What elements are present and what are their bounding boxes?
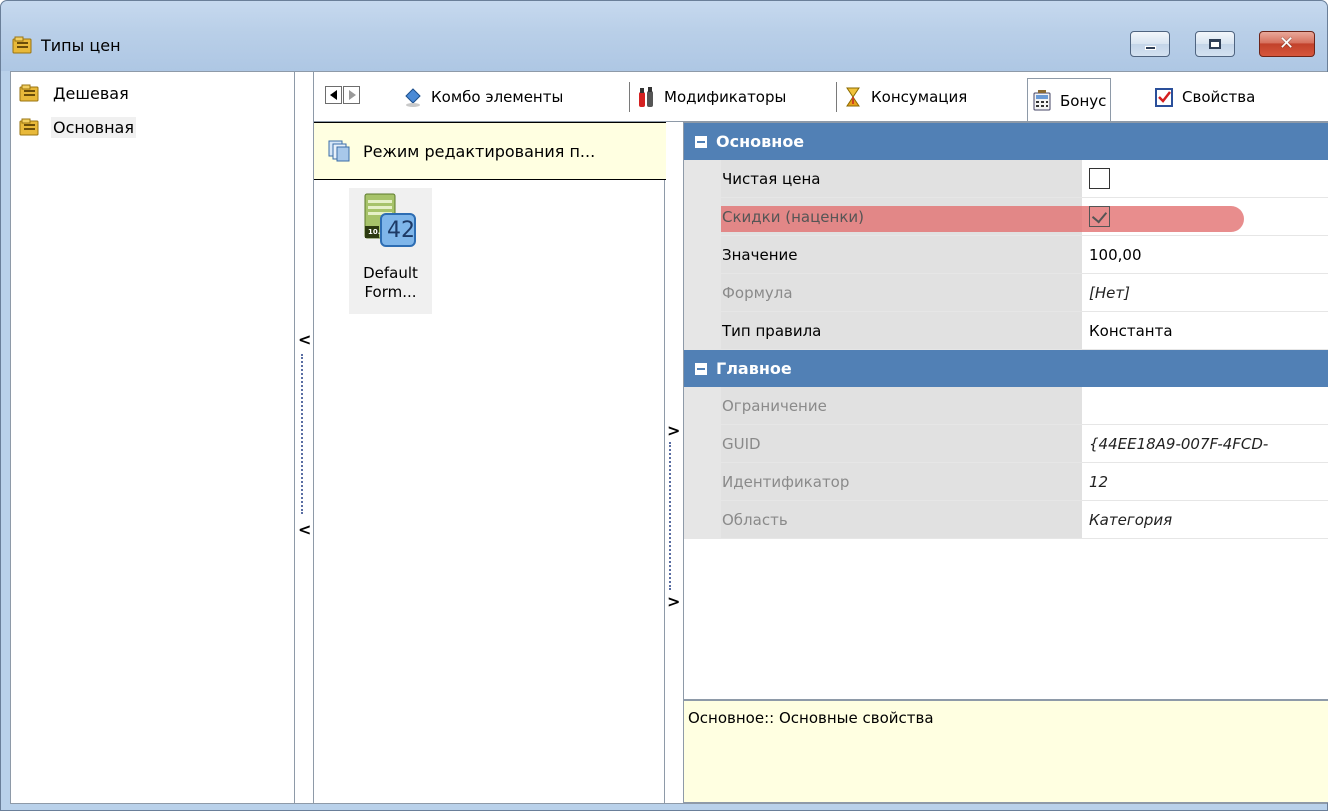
expand-right-arrow-icon[interactable]: > — [667, 592, 680, 611]
property-name: Скидки (наценки) — [722, 207, 864, 226]
property-row-rule-type[interactable]: Тип правила Константа — [684, 312, 1328, 350]
collapse-toggle-icon[interactable] — [695, 362, 707, 375]
property-name: Формула — [722, 283, 793, 302]
property-name: GUID — [722, 434, 761, 453]
property-row-value[interactable]: Значение 100,00 — [684, 236, 1328, 274]
property-row-formula[interactable]: Формула [Нет] — [684, 274, 1328, 312]
tree-item-cheap[interactable]: Дешевая — [19, 81, 131, 105]
tree-item-label: Основная — [51, 116, 136, 138]
formula-field[interactable]: [Нет] — [1082, 274, 1328, 311]
tab-label: Комбо элементы — [431, 88, 564, 106]
tab-label: Бонус — [1060, 91, 1107, 110]
rule-type-field[interactable]: Константа — [1082, 312, 1328, 349]
identifier-field[interactable]: 12 — [1082, 463, 1328, 500]
arrow-right-icon — [349, 90, 356, 100]
tree-item-main[interactable]: Основная — [19, 115, 136, 139]
property-grid[interactable]: Основное Чистая цена Скидки (наценки) Зн… — [683, 122, 1328, 700]
property-description: Основное:: Основные свойства — [683, 700, 1328, 803]
form-list-panel: Режим редактирования п... 10. 42 Default… — [314, 122, 667, 803]
price-types-tree[interactable]: Дешевая Основная — [11, 72, 295, 803]
expand-right-arrow-icon[interactable]: > — [667, 421, 680, 440]
combo-elements-icon — [405, 88, 421, 107]
property-row-identifier[interactable]: Идентификатор 12 — [684, 463, 1328, 501]
splitter-grip[interactable] — [301, 354, 303, 514]
property-name: Ограничение — [722, 396, 827, 415]
tab-label: Свойства — [1182, 88, 1256, 106]
value-field[interactable]: 100,00 — [1082, 236, 1328, 273]
category-general[interactable]: Главное — [684, 350, 1328, 387]
folder-list-icon — [19, 118, 39, 136]
collapse-toggle-icon[interactable] — [695, 135, 707, 148]
scope-field[interactable]: Категория — [1082, 501, 1328, 538]
tab-combo-elements[interactable]: Комбо элементы — [403, 79, 563, 115]
tab-scroll-right-button[interactable] — [343, 86, 360, 104]
properties-checklist-icon — [1155, 88, 1173, 107]
tab-scroll-left-button[interactable] — [325, 86, 342, 104]
minimize-button[interactable] — [1130, 31, 1170, 57]
property-name: Значение — [722, 245, 798, 264]
property-row-discounts[interactable]: Скидки (наценки) — [684, 198, 1328, 236]
edit-mode-header[interactable]: Режим редактирования п... — [314, 122, 667, 180]
net-price-checkbox[interactable] — [1089, 168, 1110, 189]
window-title: Типы цен — [41, 36, 121, 55]
arrow-left-icon — [330, 90, 337, 100]
list-item[interactable]: 10. 42 Default Form... — [349, 188, 432, 314]
tab-properties[interactable]: Свойства — [1154, 79, 1255, 115]
property-name: Чистая цена — [722, 169, 821, 188]
discounts-checkbox[interactable] — [1089, 206, 1110, 227]
property-row-guid[interactable]: GUID {44EE18A9-007F-4FCD- — [684, 425, 1328, 463]
property-name: Область — [722, 510, 788, 529]
property-row-restriction[interactable]: Ограничение — [684, 387, 1328, 425]
tab-modifiers[interactable]: Модификаторы — [636, 79, 786, 115]
property-row-scope[interactable]: Область Категория — [684, 501, 1328, 539]
tab-separator — [836, 82, 837, 112]
form-badge-prefix: 10. — [368, 228, 381, 236]
modifiers-icon — [639, 87, 653, 107]
splitter-grip[interactable] — [669, 442, 671, 590]
category-title: Главное — [716, 359, 792, 378]
app-window: Типы цен ✕ Дешевая Основная < < Комбо эл… — [0, 0, 1328, 811]
folder-list-icon — [19, 84, 39, 102]
left-splitter[interactable]: < < — [295, 72, 314, 803]
title-bar[interactable]: Типы цен ✕ — [1, 1, 1327, 71]
tab-label: Модификаторы — [664, 88, 787, 106]
tab-label: Консумация — [871, 88, 968, 106]
minimize-icon — [1145, 46, 1156, 50]
category-title: Основное — [716, 132, 805, 151]
restriction-field[interactable] — [1082, 387, 1328, 424]
collapse-left-arrow-icon[interactable]: < — [298, 520, 311, 539]
edit-mode-pages-icon — [328, 140, 350, 162]
form-badge-number: 42 — [387, 218, 415, 243]
maximize-icon — [1209, 39, 1221, 49]
folder-list-icon — [12, 36, 32, 54]
bonus-calculator-icon — [1033, 89, 1051, 110]
client-area: Дешевая Основная < < Комбо элементы Моди… — [10, 71, 1328, 804]
tab-consumption[interactable]: Консумация — [843, 79, 967, 115]
close-icon: ✕ — [1279, 33, 1295, 54]
property-row-net-price[interactable]: Чистая цена — [684, 160, 1328, 198]
close-button[interactable]: ✕ — [1259, 31, 1315, 57]
collapse-left-arrow-icon[interactable]: < — [298, 330, 311, 349]
maximize-button[interactable] — [1195, 31, 1235, 57]
consumption-icon — [846, 87, 860, 107]
tab-bonus[interactable]: Бонус — [1027, 78, 1112, 122]
edit-mode-header-text: Режим редактирования п... — [363, 141, 596, 161]
property-name: Идентификатор — [722, 472, 850, 491]
tab-strip: Комбо элементы Модификаторы Консумация Б… — [314, 72, 1328, 122]
list-item-label: Default Form... — [363, 264, 418, 301]
property-name: Тип правила — [722, 321, 822, 340]
guid-field[interactable]: {44EE18A9-007F-4FCD- — [1082, 425, 1328, 462]
category-main[interactable]: Основное — [684, 123, 1328, 160]
tab-separator — [629, 82, 630, 112]
tree-item-label: Дешевая — [53, 83, 129, 103]
right-splitter[interactable]: > > — [666, 122, 683, 803]
